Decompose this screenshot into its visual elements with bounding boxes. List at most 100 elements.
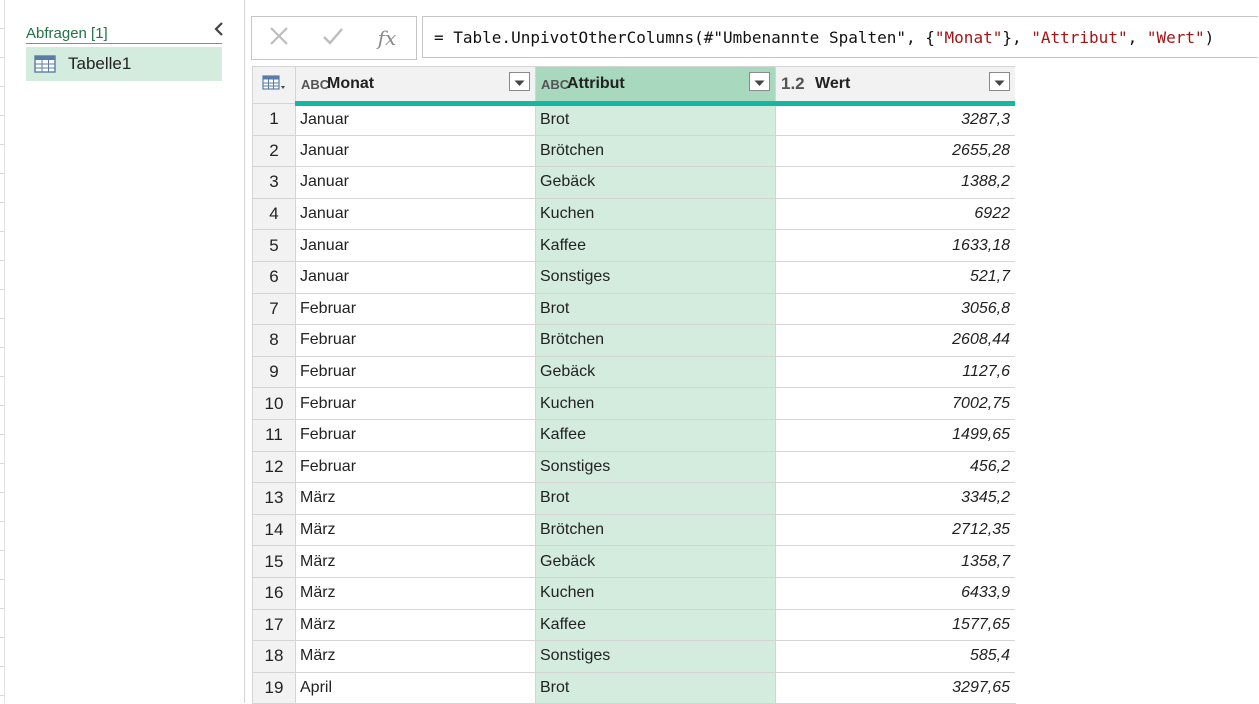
column-header-wert[interactable]: 1.2 Wert [775, 66, 1016, 106]
attribut-cell[interactable]: Brötchen [535, 134, 776, 168]
monat-cell[interactable]: März [295, 640, 536, 673]
filter-dropdown-button[interactable] [989, 72, 1010, 91]
attribut-cell[interactable]: Brötchen [535, 324, 776, 357]
cancel-formula-button[interactable] [252, 18, 306, 58]
wert-cell[interactable]: 3056,8 [775, 292, 1016, 326]
monat-cell[interactable]: März [295, 513, 536, 547]
wert-cell[interactable]: 2655,28 [775, 134, 1016, 168]
wert-cell[interactable]: 6922 [775, 197, 1016, 231]
monat-cell[interactable]: März [295, 482, 536, 515]
row-number[interactable]: 13 [252, 482, 296, 515]
wert-cell[interactable]: 6433,9 [775, 576, 1016, 610]
attribut-cell[interactable]: Sonstiges [535, 640, 776, 673]
monat-cell[interactable]: Januar [295, 260, 536, 294]
row-number[interactable]: 8 [252, 324, 296, 357]
wert-cell[interactable]: 1358,7 [775, 545, 1016, 578]
wert-cell[interactable]: 456,2 [775, 450, 1016, 484]
monat-cell[interactable]: Februar [295, 450, 536, 484]
attribut-cell[interactable]: Brot [535, 103, 776, 136]
commit-formula-button[interactable] [306, 18, 360, 58]
monat-cell[interactable]: Januar [295, 166, 536, 199]
monat-cell[interactable]: April [295, 671, 536, 704]
collapse-pane-button[interactable] [208, 20, 230, 42]
row-number[interactable]: 3 [252, 166, 296, 199]
wert-cell[interactable]: 3345,2 [775, 482, 1016, 515]
monat-cell[interactable]: Februar [295, 355, 536, 389]
table-row: 15 März Gebäck 1358,7 [252, 545, 1016, 578]
wert-cell[interactable]: 1499,65 [775, 418, 1016, 452]
wert-cell[interactable]: 1577,65 [775, 608, 1016, 642]
attribut-cell[interactable]: Brot [535, 292, 776, 326]
wert-cell[interactable]: 3287,3 [775, 103, 1016, 136]
monat-cell[interactable]: Januar [295, 103, 536, 136]
attribut-cell[interactable]: Brötchen [535, 513, 776, 547]
wert-cell[interactable]: 7002,75 [775, 387, 1016, 420]
row-number[interactable]: 2 [252, 134, 296, 168]
column-header-attribut[interactable]: ABC Attribut [535, 66, 776, 106]
monat-cell[interactable]: März [295, 608, 536, 642]
column-header-monat[interactable]: ABC Monat [295, 66, 536, 106]
monat-cell[interactable]: Januar [295, 134, 536, 168]
row-number[interactable]: 11 [252, 418, 296, 452]
wert-cell[interactable]: 521,7 [775, 260, 1016, 294]
attribut-cell[interactable]: Gebäck [535, 166, 776, 199]
attribut-cell[interactable]: Gebäck [535, 545, 776, 578]
close-icon [268, 25, 290, 51]
chevron-down-icon [994, 72, 1005, 91]
attribut-cell[interactable]: Sonstiges [535, 260, 776, 294]
row-number[interactable]: 19 [252, 671, 296, 704]
row-number[interactable]: 6 [252, 260, 296, 294]
attribut-cell[interactable]: Sonstiges [535, 450, 776, 484]
wert-cell[interactable]: 2608,44 [775, 324, 1016, 357]
formula-buttons: fx [251, 16, 417, 60]
filter-dropdown-button[interactable] [749, 72, 770, 91]
text-type-icon[interactable]: ABC [301, 77, 329, 92]
monat-cell[interactable]: Februar [295, 292, 536, 326]
monat-cell[interactable]: Februar [295, 418, 536, 452]
attribut-cell[interactable]: Kaffee [535, 418, 776, 452]
attribut-cell[interactable]: Brot [535, 482, 776, 515]
wert-cell[interactable]: 1633,18 [775, 229, 1016, 262]
row-number[interactable]: 18 [252, 640, 296, 673]
row-number[interactable]: 15 [252, 545, 296, 578]
monat-cell[interactable]: Januar [295, 229, 536, 262]
attribut-cell[interactable]: Kuchen [535, 197, 776, 231]
wert-cell[interactable]: 1127,6 [775, 355, 1016, 389]
attribut-cell[interactable]: Kaffee [535, 608, 776, 642]
row-number[interactable]: 7 [252, 292, 296, 326]
table-menu-button[interactable] [252, 66, 296, 104]
filter-dropdown-button[interactable] [509, 72, 530, 91]
decimal-type-icon[interactable]: 1.2 [781, 74, 815, 94]
text-type-icon[interactable]: ABC [541, 77, 569, 92]
attribut-cell[interactable]: Kuchen [535, 387, 776, 420]
monat-cell[interactable]: Februar [295, 324, 536, 357]
row-number[interactable]: 17 [252, 608, 296, 642]
table-row: 7 Februar Brot 3056,8 [252, 292, 1016, 326]
attribut-cell[interactable]: Gebäck [535, 355, 776, 389]
row-number[interactable]: 12 [252, 450, 296, 484]
chevron-down-icon [514, 72, 525, 91]
table-row: 17 März Kaffee 1577,65 [252, 608, 1016, 642]
formula-input[interactable]: = Table.UnpivotOtherColumns(#"Umbenannte… [422, 16, 1258, 58]
wert-cell[interactable]: 3297,65 [775, 671, 1016, 704]
wert-cell[interactable]: 585,4 [775, 640, 1016, 673]
row-number[interactable]: 4 [252, 197, 296, 231]
data-grid: ABC Monat ABC Attribut 1.2 Wert 1 Januar… [252, 66, 1016, 704]
row-number[interactable]: 16 [252, 576, 296, 610]
monat-cell[interactable]: März [295, 576, 536, 610]
monat-cell[interactable]: Januar [295, 197, 536, 231]
monat-cell[interactable]: Februar [295, 387, 536, 420]
attribut-cell[interactable]: Kaffee [535, 229, 776, 262]
row-number[interactable]: 9 [252, 355, 296, 389]
attribut-cell[interactable]: Kuchen [535, 576, 776, 610]
wert-cell[interactable]: 2712,35 [775, 513, 1016, 547]
row-number[interactable]: 10 [252, 387, 296, 420]
row-number[interactable]: 1 [252, 103, 296, 136]
query-item-tabelle1[interactable]: Tabelle1 [26, 47, 222, 81]
attribut-cell[interactable]: Brot [535, 671, 776, 704]
row-number[interactable]: 14 [252, 513, 296, 547]
row-number[interactable]: 5 [252, 229, 296, 262]
insert-function-button[interactable]: fx [360, 18, 414, 58]
monat-cell[interactable]: März [295, 545, 536, 578]
wert-cell[interactable]: 1388,2 [775, 166, 1016, 199]
